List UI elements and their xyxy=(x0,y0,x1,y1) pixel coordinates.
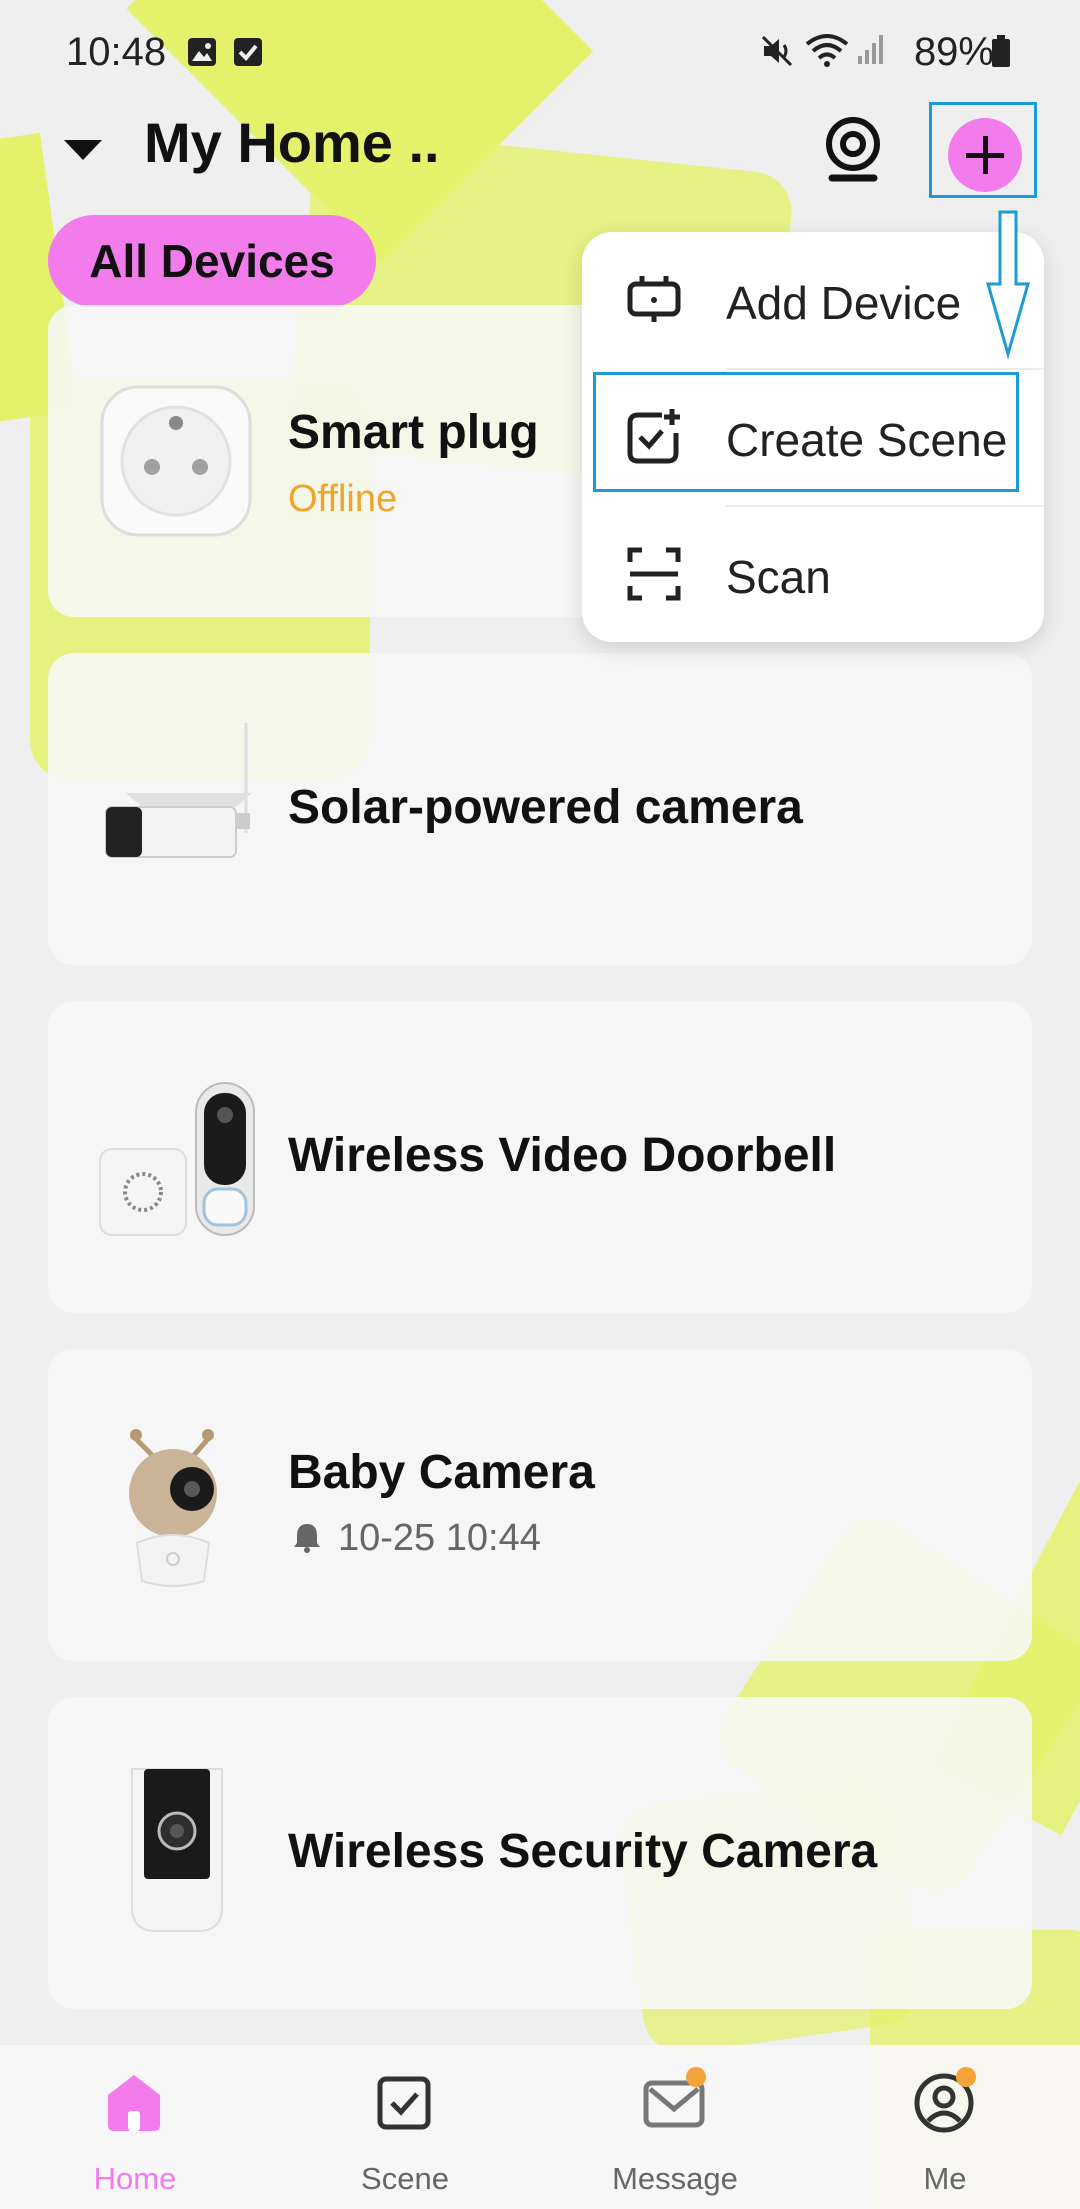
status-bar: 10:48 89% xyxy=(0,0,1080,100)
baby-camera-thumbnail xyxy=(129,1429,217,1587)
add-device-menu-item[interactable]: Add Device xyxy=(582,232,1044,368)
device-card[interactable]: Wireless Security Camera xyxy=(48,1697,1032,2009)
tab-message[interactable]: Message xyxy=(540,2045,810,2209)
tab-label: Message xyxy=(612,2161,738,2196)
tab-label: Scene xyxy=(361,2161,449,2196)
scan-icon xyxy=(627,547,681,601)
scene-icon xyxy=(377,2076,431,2130)
solar-camera-thumbnail xyxy=(105,723,252,858)
menu-item-label: Scan xyxy=(726,551,831,603)
app-header: My Home .. xyxy=(0,100,1080,192)
add-device-icon xyxy=(627,276,681,322)
battery-level: 89% xyxy=(913,30,994,74)
tab-scene[interactable]: Scene xyxy=(270,2045,540,2209)
wifi-icon xyxy=(805,34,849,67)
battery-icon xyxy=(992,35,1010,67)
signal-icon xyxy=(858,35,883,64)
status-time: 10:48 xyxy=(66,30,167,74)
add-button-highlight xyxy=(929,102,1037,198)
tab-me[interactable]: Me xyxy=(810,2045,1080,2209)
home-icon xyxy=(108,2075,160,2131)
create-scene-highlight xyxy=(593,372,1019,492)
device-name: Smart plug xyxy=(288,406,539,459)
bottom-tab-bar: Home Scene Message Me xyxy=(0,2045,1080,2209)
security-camera-thumbnail xyxy=(131,1768,223,1932)
device-card[interactable]: Baby Camera 10-25 10:44 xyxy=(48,1349,1032,1661)
device-name: Solar-powered camera xyxy=(288,781,803,834)
task-notification-icon xyxy=(234,38,262,66)
tab-home[interactable]: Home xyxy=(0,2045,270,2209)
scan-menu-item[interactable]: Scan xyxy=(582,506,1044,642)
guide-arrow-icon xyxy=(986,210,1030,360)
device-card[interactable]: Solar-powered camera xyxy=(48,653,1032,965)
mute-icon xyxy=(761,35,793,67)
tab-label: Home xyxy=(93,2161,177,2196)
device-name: Wireless Security Camera xyxy=(288,1825,878,1878)
last-event-time: 10-25 10:44 xyxy=(338,1517,541,1559)
all-devices-chip[interactable]: All Devices xyxy=(48,215,376,307)
home-switcher-caret-icon[interactable] xyxy=(64,140,102,160)
message-badge xyxy=(686,2067,706,2087)
doorbell-thumbnail xyxy=(99,1082,255,1236)
home-name[interactable]: My Home .. xyxy=(144,110,440,175)
tab-label: Me xyxy=(923,2161,967,2196)
device-status: Offline xyxy=(288,478,398,520)
me-badge xyxy=(956,2067,976,2087)
device-name: Baby Camera xyxy=(288,1446,595,1499)
bell-icon xyxy=(294,1524,320,1553)
camera-view-icon[interactable] xyxy=(822,114,884,184)
device-card[interactable]: Wireless Video Doorbell xyxy=(48,1001,1032,1313)
gallery-notification-icon xyxy=(188,38,216,66)
menu-item-label: Add Device xyxy=(726,277,962,329)
smart-plug-thumbnail xyxy=(100,385,252,537)
device-name: Wireless Video Doorbell xyxy=(288,1129,837,1182)
